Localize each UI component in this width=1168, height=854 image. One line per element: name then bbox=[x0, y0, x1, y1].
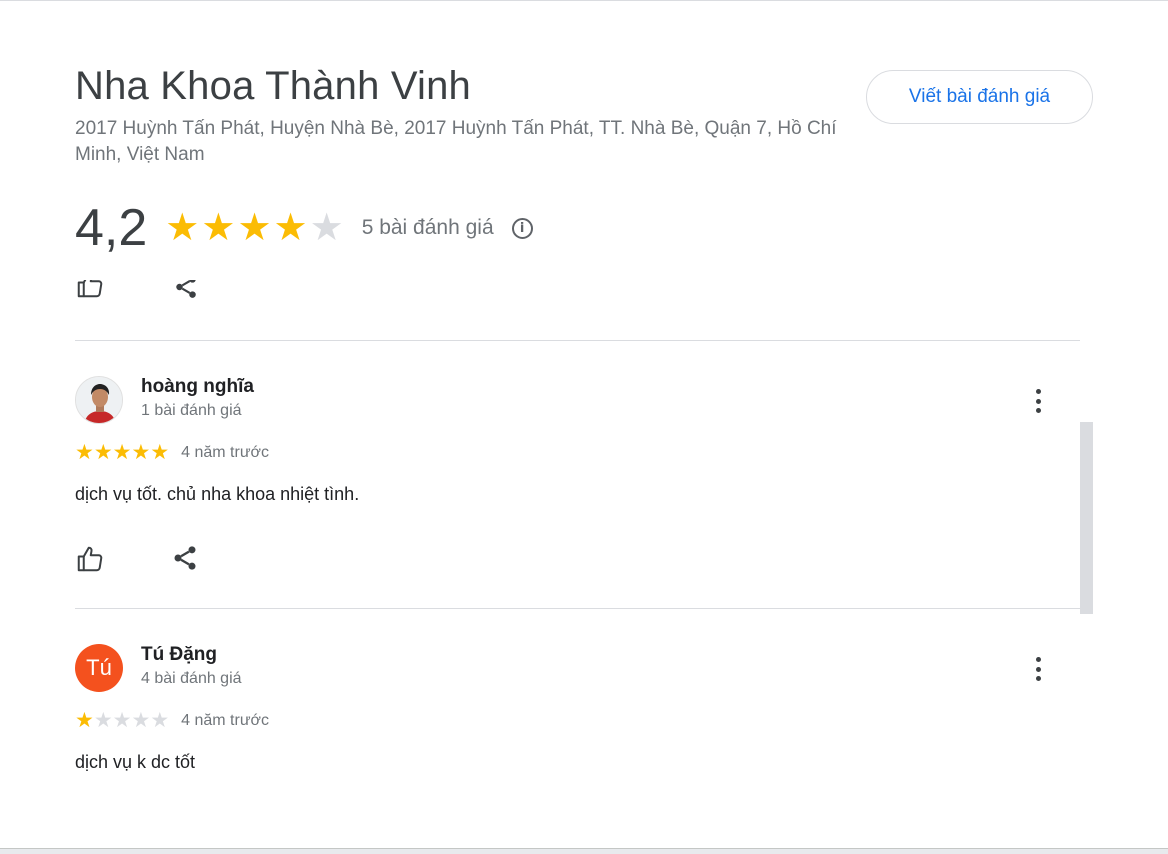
review-divider bbox=[75, 608, 1080, 609]
review-card: hoàng nghĩa 1 bài đánh giá ★ ★ ★ ★ ★ 4 n… bbox=[75, 376, 1080, 596]
write-review-button[interactable]: Viết bài đánh giá bbox=[866, 70, 1093, 124]
rating-stars: ★ ★ ★ ★ ★ bbox=[165, 209, 343, 247]
review-stars: ★ ★ ★ ★ ★ bbox=[75, 442, 169, 463]
reviewer-name[interactable]: Tú Đặng bbox=[141, 644, 217, 666]
rating-summary: 4,2 ★ ★ ★ ★ ★ 5 bài đánh giá i bbox=[75, 198, 533, 258]
star-icon: ★ bbox=[165, 207, 200, 249]
star-icon: ★ bbox=[112, 709, 132, 732]
star-icon: ★ bbox=[75, 709, 94, 732]
star-icon: ★ bbox=[309, 207, 344, 249]
review-time: 4 năm trước bbox=[181, 443, 270, 461]
rating-value: 4,2 bbox=[75, 199, 148, 257]
info-icon[interactable]: i bbox=[511, 217, 533, 239]
thumbs-up-icon[interactable] bbox=[75, 280, 105, 304]
review-count: 5 bài đánh giá bbox=[361, 216, 494, 239]
more-options-icon[interactable] bbox=[1028, 654, 1048, 684]
avatar[interactable] bbox=[75, 376, 123, 424]
star-icon: ★ bbox=[93, 441, 113, 464]
star-icon: ★ bbox=[93, 709, 113, 732]
star-icon: ★ bbox=[150, 709, 170, 732]
star-icon: ★ bbox=[273, 207, 308, 249]
review-text: dịch vụ tốt. chủ nha khoa nhiệt tình. bbox=[75, 484, 360, 504]
star-icon: ★ bbox=[150, 441, 170, 464]
review-rating: ★ ★ ★ ★ ★ 4 năm trước bbox=[75, 442, 269, 463]
window-top-border bbox=[0, 0, 1168, 1]
star-icon: ★ bbox=[201, 207, 236, 249]
scrollbar-thumb[interactable] bbox=[1080, 422, 1093, 614]
star-icon: ★ bbox=[237, 207, 272, 249]
review-card: Tú Tú Đặng 4 bài đánh giá ★ ★ ★ ★ ★ 4 nă… bbox=[75, 644, 1080, 794]
star-icon: ★ bbox=[131, 709, 151, 732]
review-time: 4 năm trước bbox=[181, 711, 270, 729]
window-bottom-bar bbox=[0, 848, 1168, 854]
star-icon: ★ bbox=[131, 441, 151, 464]
previous-review-actions bbox=[75, 280, 235, 304]
thumbs-up-icon[interactable] bbox=[75, 544, 107, 576]
place-title: Nha Khoa Thành Vinh bbox=[75, 64, 471, 108]
review-stars: ★ ★ ★ ★ ★ bbox=[75, 710, 169, 731]
review-rating: ★ ★ ★ ★ ★ 4 năm trước bbox=[75, 710, 269, 731]
star-icon: ★ bbox=[112, 441, 132, 464]
more-options-icon[interactable] bbox=[1028, 386, 1048, 416]
star-icon: ★ bbox=[75, 441, 94, 464]
share-icon[interactable] bbox=[171, 544, 203, 576]
reviewer-review-count: 1 bài đánh giá bbox=[141, 402, 242, 419]
reviewer-name[interactable]: hoàng nghĩa bbox=[141, 376, 254, 398]
review-actions bbox=[75, 544, 275, 578]
avatar[interactable]: Tú bbox=[75, 644, 123, 692]
review-divider bbox=[75, 340, 1080, 341]
share-icon[interactable] bbox=[173, 280, 199, 304]
place-address: 2017 Huỳnh Tấn Phát, Huyện Nhà Bè, 2017 … bbox=[75, 118, 837, 165]
review-text: dịch vụ k dc tốt bbox=[75, 752, 196, 772]
reviewer-review-count: 4 bài đánh giá bbox=[141, 670, 242, 687]
